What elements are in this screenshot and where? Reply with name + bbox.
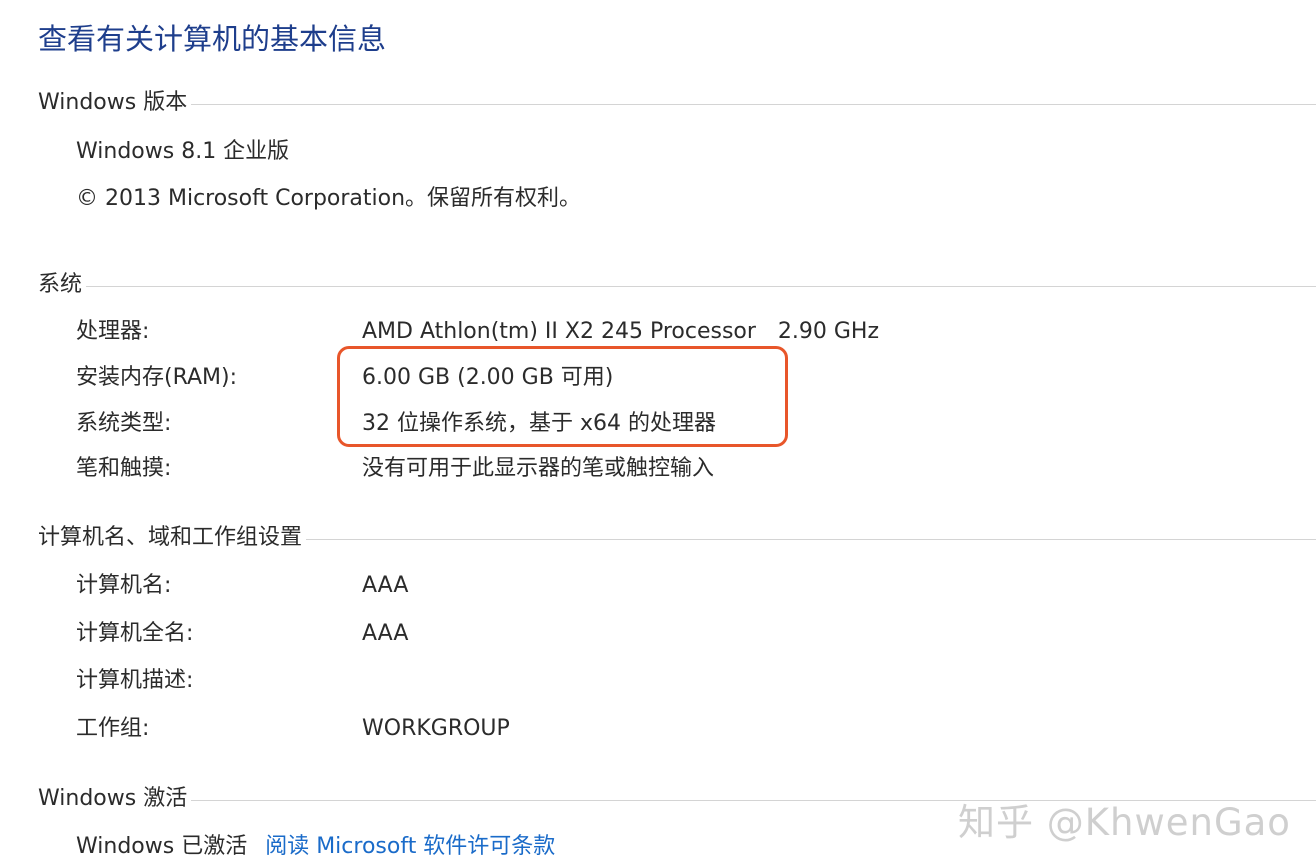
section-divider: [306, 538, 1316, 540]
computer-row-description: 计算机描述:: [76, 666, 1316, 696]
section-header-system: 系统: [38, 272, 83, 297]
section-system: 系统: [38, 266, 1316, 298]
system-type-label: 系统类型:: [76, 411, 172, 436]
pen-touch-value: 没有可用于此显示器的笔或触控输入: [362, 456, 715, 481]
pen-touch-label: 笔和触摸:: [76, 456, 172, 481]
computer-description-label: 计算机描述:: [76, 668, 194, 693]
processor-label: 处理器:: [76, 319, 150, 344]
section-header-activation: Windows 激活: [38, 786, 188, 811]
processor-value: AMD Athlon(tm) II X2 245 Processor 2.90 G…: [362, 317, 879, 347]
computer-row-workgroup: 工作组: WORKGROUP: [76, 714, 1316, 744]
highlight-box: [337, 346, 788, 447]
license-terms-link[interactable]: 阅读 Microsoft 软件许可条款: [265, 834, 555, 859]
section-header-windows-edition: Windows 版本: [38, 90, 188, 115]
system-row-processor: 处理器: AMD Athlon(tm) II X2 245 Processor 2…: [76, 317, 1316, 347]
system-row-pen-touch: 笔和触摸: 没有可用于此显示器的笔或触控输入: [76, 454, 1316, 484]
windows-copyright: © 2013 Microsoft Corporation。保留所有权利。: [76, 186, 582, 211]
page-title: 查看有关计算机的基本信息: [38, 22, 387, 56]
processor-model: AMD Athlon(tm) II X2 245 Processor: [362, 319, 756, 344]
computer-row-name: 计算机名: AAA: [76, 571, 1316, 601]
workgroup-label: 工作组:: [76, 716, 150, 741]
computer-name-label: 计算机名:: [76, 573, 172, 598]
windows-edition-name: Windows 8.1 企业版: [76, 139, 290, 164]
section-header-computer-name: 计算机名、域和工作组设置: [38, 525, 303, 550]
activation-status: Windows 已激活: [76, 834, 248, 859]
processor-speed: 2.90 GHz: [777, 319, 880, 344]
section-computer-name: 计算机名、域和工作组设置: [38, 519, 1316, 551]
ram-label: 安装内存(RAM):: [76, 365, 238, 390]
computer-row-full-name: 计算机全名: AAA: [76, 619, 1316, 649]
workgroup-value: WORKGROUP: [362, 716, 510, 741]
computer-full-name-value: AAA: [362, 621, 409, 646]
section-divider: [86, 285, 1316, 287]
computer-full-name-label: 计算机全名:: [76, 621, 194, 646]
section-divider: [191, 103, 1316, 105]
computer-name-value: AAA: [362, 573, 409, 598]
activation-row: Windows 已激活 阅读 Microsoft 软件许可条款: [76, 832, 555, 862]
watermark: 知乎 @KhwenGao: [958, 801, 1291, 844]
section-windows-edition: Windows 版本: [38, 84, 1316, 116]
